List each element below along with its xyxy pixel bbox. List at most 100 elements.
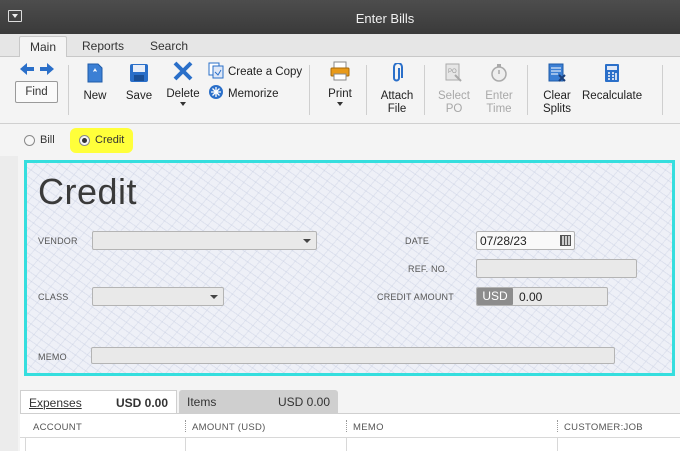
column-header-memo[interactable]: MEMO xyxy=(353,422,384,433)
form-title: Credit xyxy=(38,171,138,212)
table-cell-divider xyxy=(185,438,186,451)
copy-icon xyxy=(208,62,224,82)
tab-reports[interactable]: Reports xyxy=(72,36,134,57)
delete-dropdown-icon[interactable] xyxy=(180,102,186,106)
date-label: DATE xyxy=(405,236,430,246)
svg-text:PO: PO xyxy=(448,69,457,75)
memo-label: MEMO xyxy=(38,352,67,362)
column-header-amount[interactable]: AMOUNT (USD) xyxy=(192,422,266,433)
ref-no-field[interactable] xyxy=(476,259,637,278)
ref-no-label: REF. NO. xyxy=(408,264,448,274)
column-header-account[interactable]: ACCOUNT xyxy=(33,422,82,433)
save-disk-icon xyxy=(124,63,154,87)
toolbar-separator xyxy=(309,65,310,115)
column-resize-handle[interactable] xyxy=(346,420,347,432)
table-cell-divider xyxy=(346,438,347,451)
attach-file-label-line1: Attach xyxy=(380,90,414,102)
print-dropdown-icon[interactable] xyxy=(337,102,343,106)
save-button[interactable]: Save xyxy=(124,63,154,103)
calendar-icon[interactable] xyxy=(560,235,571,246)
items-tab-amount: USD 0.00 xyxy=(277,395,330,409)
toolbar-separator xyxy=(366,65,367,115)
bill-radio-dot[interactable] xyxy=(24,134,35,146)
find-button[interactable]: Find xyxy=(15,81,58,103)
expenses-tab-label: Expenses xyxy=(29,396,82,410)
currency-badge: USD xyxy=(477,288,513,305)
recalculate-button[interactable]: Recalculate xyxy=(582,63,642,103)
enter-time-label-line2: Time xyxy=(486,103,512,115)
memorize-label: Memorize xyxy=(228,87,279,100)
paperclip-icon xyxy=(378,62,416,87)
enter-time-button[interactable]: Enter Time xyxy=(482,63,516,116)
create-copy-button[interactable]: Create a Copy xyxy=(208,62,302,82)
toolbar-separator xyxy=(68,65,69,115)
credit-amount-value: 0.00 xyxy=(519,290,543,304)
delete-button[interactable]: Delete xyxy=(164,61,202,106)
next-arrow-icon[interactable] xyxy=(39,63,55,78)
table-cell-divider xyxy=(557,438,558,451)
toolbar-separator xyxy=(424,65,425,115)
header-divider xyxy=(20,437,680,438)
expenses-tab-amount: USD 0.00 xyxy=(115,396,168,410)
print-button[interactable]: Print xyxy=(325,61,355,106)
select-po-label-line2: PO xyxy=(445,103,463,115)
clear-splits-label-line1: Clear xyxy=(543,90,571,102)
stopwatch-icon xyxy=(482,63,516,87)
toolbar-separator xyxy=(662,65,663,115)
date-value: 07/28/23 xyxy=(480,234,527,248)
select-po-label-line1: Select xyxy=(438,90,470,102)
create-copy-label: Create a Copy xyxy=(228,66,303,78)
tab-expenses[interactable]: Expenses USD 0.00 xyxy=(20,390,177,413)
toolbar: Find New Save Delete Create a Copy Memor… xyxy=(0,57,680,124)
credit-radio-label: Credit xyxy=(95,134,125,146)
credit-radio-dot[interactable] xyxy=(79,134,90,146)
vendor-dropdown-arrow-icon[interactable] xyxy=(303,239,311,243)
memorize-icon xyxy=(208,84,224,103)
printer-icon xyxy=(325,61,355,85)
select-po-button[interactable]: PO Select PO xyxy=(437,63,471,116)
tab-search[interactable]: Search xyxy=(140,36,198,57)
recalculate-label: Recalculate xyxy=(582,90,643,102)
toolbar-separator xyxy=(527,65,528,115)
print-label: Print xyxy=(328,88,352,100)
class-label: CLASS xyxy=(38,292,69,302)
calculator-icon xyxy=(582,63,642,87)
table-row[interactable] xyxy=(25,438,26,451)
memo-field[interactable] xyxy=(91,347,615,364)
bill-radio[interactable]: Bill xyxy=(24,134,55,146)
save-label: Save xyxy=(125,90,153,102)
expenses-table: ACCOUNT AMOUNT (USD) MEMO CUSTOMER:JOB xyxy=(20,413,680,451)
title-bar: Enter Bills xyxy=(0,0,680,34)
class-dropdown-arrow-icon[interactable] xyxy=(210,295,218,299)
ribbon-tabs: Main Reports Search xyxy=(0,34,680,58)
window-title: Enter Bills xyxy=(355,11,415,26)
attach-file-button[interactable]: Attach File xyxy=(378,62,416,116)
items-tab-label: Items xyxy=(187,395,217,409)
purchase-order-icon: PO xyxy=(437,63,471,87)
clear-splits-icon xyxy=(539,63,575,87)
credit-radio[interactable]: Credit xyxy=(79,134,124,146)
tab-items[interactable]: Items USD 0.00 xyxy=(179,390,338,413)
memorize-button[interactable]: Memorize xyxy=(208,84,278,103)
previous-arrow-icon[interactable] xyxy=(19,63,35,78)
new-label: New xyxy=(83,90,107,102)
delete-x-icon xyxy=(164,61,202,85)
new-document-icon xyxy=(80,63,110,87)
credit-form: Credit VENDOR CLASS DATE 07/28/23 REF. N… xyxy=(24,160,675,376)
credit-amount-label: CREDIT AMOUNT xyxy=(377,292,454,302)
vendor-dropdown[interactable] xyxy=(92,231,317,250)
column-resize-handle[interactable] xyxy=(557,420,558,432)
delete-label: Delete xyxy=(166,88,200,100)
tab-main[interactable]: Main xyxy=(19,36,68,58)
credit-amount-field[interactable]: USD 0.00 xyxy=(476,287,608,306)
class-dropdown[interactable] xyxy=(92,287,224,306)
column-header-customer-job[interactable]: CUSTOMER:JOB xyxy=(564,422,643,433)
enter-time-label-line1: Enter xyxy=(485,90,513,102)
bill-radio-label: Bill xyxy=(40,134,55,146)
clear-splits-label-line2: Splits xyxy=(542,103,572,115)
column-resize-handle[interactable] xyxy=(185,420,186,432)
new-button[interactable]: New xyxy=(80,63,110,103)
date-field[interactable]: 07/28/23 xyxy=(476,231,575,250)
clear-splits-button[interactable]: Clear Splits xyxy=(539,63,575,116)
vendor-label: VENDOR xyxy=(38,236,78,246)
